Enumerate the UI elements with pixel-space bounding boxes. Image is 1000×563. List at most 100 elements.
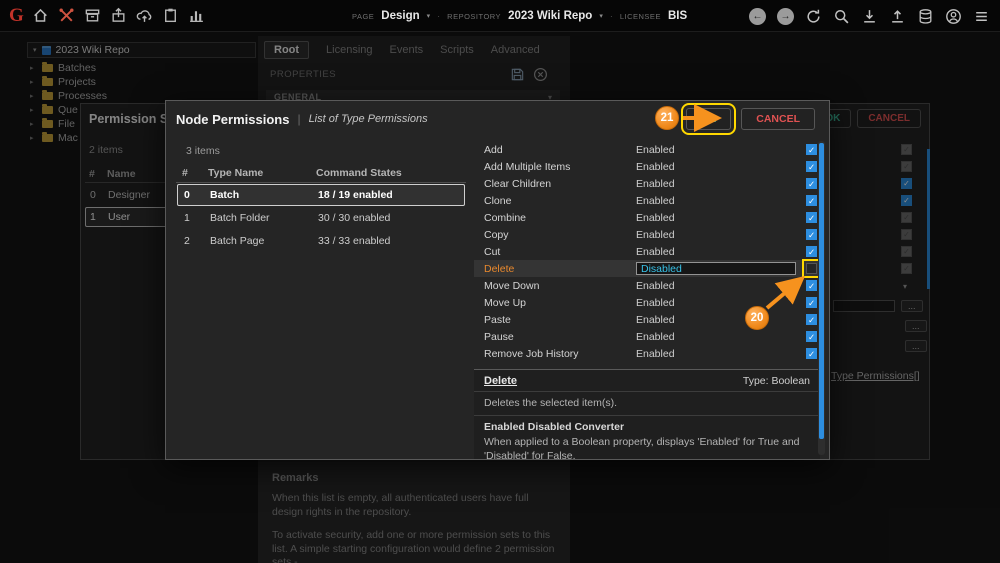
tools-icon[interactable] xyxy=(58,7,75,24)
permission-value[interactable]: Enabled xyxy=(636,280,806,292)
scrollbar-thumb[interactable] xyxy=(819,143,824,439)
detail-property-name: Delete xyxy=(484,375,517,387)
permission-name: Combine xyxy=(484,212,636,224)
bar-chart-icon[interactable] xyxy=(188,7,205,24)
permission-checkbox[interactable]: ✓ xyxy=(806,144,817,155)
converter-title: Enabled Disabled Converter xyxy=(474,416,820,435)
permission-value[interactable]: Enabled xyxy=(636,314,806,326)
database-icon[interactable] xyxy=(917,8,934,25)
modal-subtitle: List of Type Permissions xyxy=(309,113,428,125)
type-row[interactable]: 0Batch18 / 19 enabled xyxy=(177,184,465,206)
command-states: 33 / 33 enabled xyxy=(318,235,458,247)
permission-checkbox[interactable] xyxy=(806,263,817,274)
permission-value[interactable]: Enabled xyxy=(636,246,806,258)
scrollbar-track[interactable] xyxy=(818,141,825,455)
permission-row[interactable]: Move UpEnabled✓ xyxy=(474,294,820,311)
repository-label: REPOSITORY xyxy=(447,12,501,21)
repository-selector[interactable]: 2023 Wiki Repo xyxy=(508,10,592,22)
permission-value[interactable]: Enabled xyxy=(636,144,806,156)
detail-description: Deletes the selected item(s). xyxy=(474,392,820,416)
callout-badge-21: 21 xyxy=(655,106,679,130)
permission-checkbox[interactable]: ✓ xyxy=(806,314,817,325)
search-icon[interactable] xyxy=(833,8,850,25)
permission-checkbox[interactable]: ✓ xyxy=(806,229,817,240)
menu-icon[interactable] xyxy=(973,8,990,25)
permission-row[interactable]: CopyEnabled✓ xyxy=(474,226,820,243)
permission-name: Add Multiple Items xyxy=(484,161,636,173)
permission-row[interactable]: Remove Job HistoryEnabled✓ xyxy=(474,345,820,362)
app-logo: G xyxy=(9,5,24,27)
column-header: Command States xyxy=(316,167,460,179)
export-icon[interactable] xyxy=(110,7,127,24)
permission-checkbox[interactable]: ✓ xyxy=(806,195,817,206)
clipboard-icon[interactable] xyxy=(162,7,179,24)
title-separator: | xyxy=(297,112,300,126)
licensee-value: BIS xyxy=(668,10,687,22)
items-count: 3 items xyxy=(176,137,466,164)
cancel-button[interactable]: CANCEL xyxy=(741,108,815,130)
permission-row[interactable]: Clear ChildrenEnabled✓ xyxy=(474,175,820,192)
permission-name: Delete xyxy=(484,263,636,275)
permission-checkbox[interactable]: ✓ xyxy=(806,178,817,189)
permission-name: Paste xyxy=(484,314,636,326)
permission-name: Add xyxy=(484,144,636,156)
permission-checkbox[interactable]: ✓ xyxy=(806,212,817,223)
permission-row[interactable]: Add Multiple ItemsEnabled✓ xyxy=(474,158,820,175)
permission-value[interactable]: Enabled xyxy=(636,212,806,224)
permission-name: Cut xyxy=(484,246,636,258)
permission-checkbox[interactable]: ✓ xyxy=(806,331,817,342)
home-icon[interactable] xyxy=(32,7,49,24)
type-row[interactable]: 2Batch Page33 / 33 enabled xyxy=(177,230,465,252)
page-selector[interactable]: Design xyxy=(381,10,419,22)
column-header: # xyxy=(182,167,208,179)
modal-header: Node Permissions | List of Type Permissi… xyxy=(166,101,829,137)
permission-value[interactable]: Enabled xyxy=(636,195,806,207)
chevron-down-icon: ▾ xyxy=(427,12,431,20)
separator-dot: · xyxy=(610,11,613,21)
type-name: Batch Folder xyxy=(210,212,318,224)
permission-row[interactable]: DeleteDisabled xyxy=(474,260,820,277)
permission-name: Move Up xyxy=(484,297,636,309)
type-list-panel: 3 items # Type Name Command States 0Batc… xyxy=(176,137,466,253)
cloud-upload-icon[interactable] xyxy=(136,7,153,24)
permission-row[interactable]: CutEnabled✓ xyxy=(474,243,820,260)
ok-button[interactable]: OK xyxy=(686,108,732,130)
permission-row[interactable]: PauseEnabled✓ xyxy=(474,328,820,345)
permission-checkbox[interactable]: ✓ xyxy=(806,280,817,291)
top-toolbar: G PAGE Design ▾ · REPOSITORY 2023 Wiki R… xyxy=(0,0,1000,32)
permission-value[interactable]: Enabled xyxy=(636,161,806,173)
permission-value[interactable]: Enabled xyxy=(636,229,806,241)
page-label: PAGE xyxy=(352,12,374,21)
row-number: 0 xyxy=(184,189,210,201)
permission-value[interactable]: Enabled xyxy=(636,178,806,190)
permission-row[interactable]: CloneEnabled✓ xyxy=(474,192,820,209)
permission-name: Copy xyxy=(484,229,636,241)
permission-row[interactable]: Move DownEnabled✓ xyxy=(474,277,820,294)
permission-value[interactable]: Enabled xyxy=(636,348,806,360)
permission-checkbox[interactable]: ✓ xyxy=(806,297,817,308)
forward-icon[interactable]: → xyxy=(777,8,794,25)
permission-value[interactable]: Disabled xyxy=(636,262,796,275)
type-row[interactable]: 1Batch Folder30 / 30 enabled xyxy=(177,207,465,229)
permission-name: Move Down xyxy=(484,280,636,292)
user-icon[interactable] xyxy=(945,8,962,25)
upload-icon[interactable] xyxy=(889,8,906,25)
row-number: 2 xyxy=(184,235,210,247)
column-header: Type Name xyxy=(208,167,316,179)
refresh-icon[interactable] xyxy=(805,8,822,25)
property-detail-panel: Delete Type: Boolean Deletes the selecte… xyxy=(474,369,820,460)
permission-checkbox[interactable]: ✓ xyxy=(806,246,817,257)
licensee-label: LICENSEE xyxy=(620,12,661,21)
permission-checkbox[interactable]: ✓ xyxy=(806,348,817,359)
chevron-down-icon: ▾ xyxy=(599,12,603,20)
permission-row[interactable]: CombineEnabled✓ xyxy=(474,209,820,226)
download-icon[interactable] xyxy=(861,8,878,25)
archive-icon[interactable] xyxy=(84,7,101,24)
permission-row[interactable]: AddEnabled✓ xyxy=(474,141,820,158)
command-states: 30 / 30 enabled xyxy=(318,212,458,224)
permission-value[interactable]: Enabled xyxy=(636,297,806,309)
permission-checkbox[interactable]: ✓ xyxy=(806,161,817,172)
modal-title: Node Permissions xyxy=(176,112,289,127)
permission-value[interactable]: Enabled xyxy=(636,331,806,343)
back-icon[interactable]: ← xyxy=(749,8,766,25)
